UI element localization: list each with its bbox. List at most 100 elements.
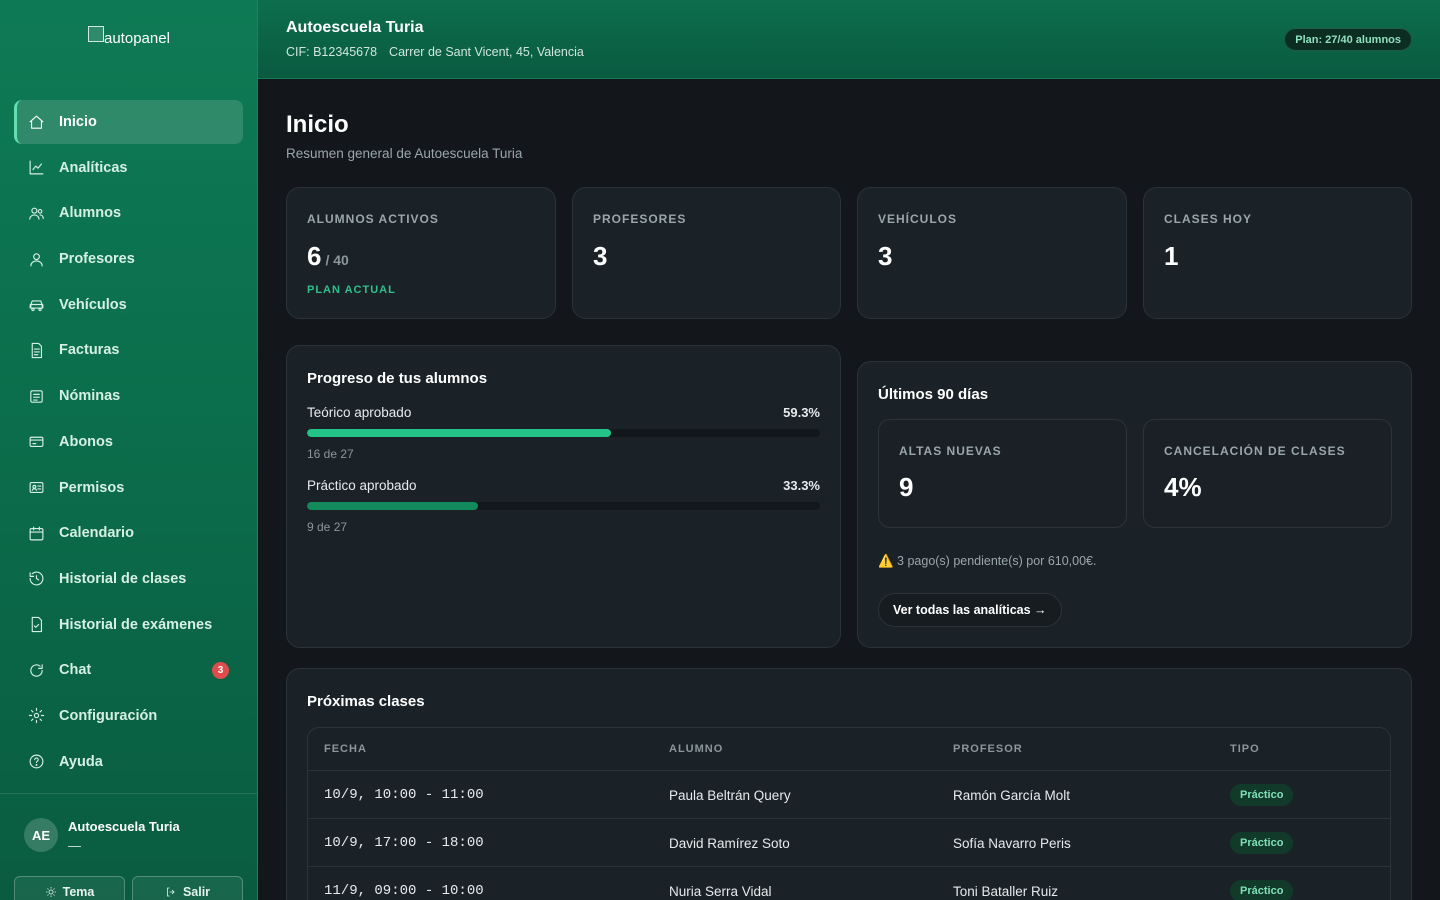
chat-icon <box>30 664 43 677</box>
sidebar-item-label: Historial de clases <box>59 570 187 587</box>
sidebar-item-facturas[interactable]: Facturas <box>14 328 243 372</box>
metric-altas-nuevas: ALTAS NUEVAS 9 <box>878 419 1127 528</box>
sidebar-item-label: Abonos <box>59 433 113 450</box>
stat-label: ALUMNOS ACTIVOS <box>307 212 439 226</box>
sidebar-item-alumnos[interactable]: Alumnos <box>14 191 243 235</box>
progress-track <box>307 429 820 437</box>
sun-icon <box>45 887 56 897</box>
user-icon <box>30 252 43 267</box>
users-icon <box>29 207 44 220</box>
logout-button-label: Salir <box>182 885 211 899</box>
sidebar-item-profesores[interactable]: Profesores <box>14 237 243 281</box>
unread-badge: 3 <box>212 662 229 680</box>
upcoming-title: Próximas clases <box>307 693 425 710</box>
broken-image-icon <box>88 26 104 42</box>
chart-line-icon <box>29 160 44 175</box>
table-row[interactable]: 10/9, 10:00 - 11:00 Paula Beltrán Query … <box>308 771 1390 819</box>
sidebar-item-ayuda[interactable]: Ayuda <box>14 740 243 784</box>
cell-profesor: Ramón García Molt <box>953 787 1071 803</box>
cell-tipo: Práctico <box>1230 771 1294 819</box>
progress-count: 9 de 27 <box>307 520 348 534</box>
sidebar-item-label: Chat <box>59 662 92 679</box>
upcoming-classes-card: Próximas clases FECHA ALUMNO PROFESOR TI… <box>286 668 1412 900</box>
top-header: Autoescuela Turia CIF: B12345678 Carrer … <box>258 0 1440 79</box>
org-address: Carrer de Sant Vicent, 45, Valencia <box>389 45 584 59</box>
metric-value: 4% <box>1164 472 1202 502</box>
history-icon <box>29 571 44 586</box>
column-header-profesor[interactable]: PROFESOR <box>953 728 1023 770</box>
logout-icon <box>167 887 175 897</box>
metric-value: 9 <box>899 472 914 502</box>
main-content: Inicio Resumen general de Autoescuela Tu… <box>258 79 1440 900</box>
sidebar-item-chat[interactable]: Chat 3 <box>14 648 243 692</box>
progress-label: Práctico aprobado <box>307 478 417 493</box>
table-row[interactable]: 10/9, 17:00 - 18:00 David Ramírez Soto S… <box>308 819 1390 867</box>
class-type-badge: Práctico <box>1230 784 1294 806</box>
cell-profesor: Toni Bataller Ruiz <box>953 883 1059 899</box>
stat-value: 1 <box>1164 241 1179 271</box>
user-profile[interactable]: AE Autoescuela Turia — <box>24 818 180 853</box>
cell-alumno: Paula Beltrán Query <box>669 787 791 803</box>
help-circle-icon <box>29 754 44 769</box>
sidebar-item-label: Historial de exámenes <box>59 616 213 633</box>
table-row[interactable]: 11/9, 09:00 - 10:00 Nuria Serra Vidal To… <box>308 867 1390 900</box>
stat-number: 6 <box>307 241 322 271</box>
sidebar-item-abonos[interactable]: Abonos <box>14 420 243 464</box>
sidebar-item-analiticas[interactable]: Analíticas <box>14 146 243 190</box>
progress-percent: 59.3% <box>783 405 820 420</box>
sidebar-item-historial-clases[interactable]: Historial de clases <box>14 557 243 601</box>
sidebar-item-historial-examenes[interactable]: Historial de exámenes <box>14 603 243 647</box>
sidebar-item-configuracion[interactable]: Configuración <box>14 694 243 738</box>
cell-fecha: 11/9, 09:00 - 10:00 <box>324 883 484 899</box>
file-text-icon <box>31 342 43 359</box>
sidebar: autopanel Inicio Analíticas Alumnos Prof… <box>0 0 258 900</box>
receipt-icon <box>30 389 43 403</box>
progress-fill <box>307 429 612 437</box>
stat-suffix: / 40 <box>325 252 349 268</box>
progress-row-practico: Práctico aprobado 33.3% 9 de 27 <box>307 478 820 534</box>
last-90-title: Últimos 90 días <box>878 386 989 403</box>
brand-logo[interactable]: autopanel <box>88 26 170 47</box>
sidebar-item-label: Permisos <box>59 479 125 496</box>
avatar: AE <box>24 818 58 852</box>
logout-button[interactable]: Salir <box>132 876 243 900</box>
progress-track <box>307 502 820 510</box>
gear-icon <box>28 708 45 724</box>
sidebar-item-inicio[interactable]: Inicio <box>14 100 243 144</box>
sidebar-item-permisos[interactable]: Permisos <box>14 466 243 510</box>
cell-fecha: 10/9, 17:00 - 18:00 <box>324 835 484 851</box>
sidebar-item-label: Inicio <box>59 114 97 130</box>
view-analytics-button[interactable]: Ver todas las analíticas → <box>878 593 1062 627</box>
sidebar-item-nominas[interactable]: Nóminas <box>14 374 243 418</box>
page-subtitle: Resumen general de Autoescuela Turia <box>286 146 523 161</box>
stat-label: PROFESORES <box>593 212 687 226</box>
sidebar-item-vehiculos[interactable]: Vehículos <box>14 283 243 327</box>
theme-button[interactable]: Tema <box>14 876 125 900</box>
metric-label: ALTAS NUEVAS <box>899 444 1002 458</box>
sidebar-item-label: Profesores <box>59 251 135 268</box>
stat-card-profesores: PROFESORES 3 <box>572 187 841 319</box>
sidebar-item-label: Analíticas <box>59 159 128 176</box>
sidebar-actions: Tema Salir <box>14 876 243 900</box>
stat-footnote: PLAN ACTUAL <box>307 284 396 296</box>
theme-button-label: Tema <box>62 885 95 899</box>
metric-label: CANCELACIÓN DE CLASES <box>1164 444 1346 458</box>
cell-tipo: Práctico <box>1230 867 1294 900</box>
column-header-alumno[interactable]: ALUMNO <box>669 728 723 770</box>
sidebar-item-calendario[interactable]: Calendario <box>14 511 243 555</box>
plan-badge: Plan: 27/40 alumnos <box>1284 28 1412 51</box>
column-header-tipo[interactable]: TIPO <box>1230 728 1260 770</box>
credit-card-icon <box>29 436 44 448</box>
sidebar-item-label: Ayuda <box>59 753 103 770</box>
cell-alumno: David Ramírez Soto <box>669 835 790 851</box>
progress-card: Progreso de tus alumnos Teórico aprobado… <box>286 345 841 648</box>
org-name: Autoescuela Turia <box>286 19 424 36</box>
org-meta: CIF: B12345678 Carrer de Sant Vicent, 45… <box>286 45 584 59</box>
last-90-days-card: Últimos 90 días ALTAS NUEVAS 9 CANCELACI… <box>857 361 1412 648</box>
metric-cancelacion: CANCELACIÓN DE CLASES 4% <box>1143 419 1392 528</box>
calendar-icon <box>29 526 44 541</box>
progress-count: 16 de 27 <box>307 447 354 461</box>
home-icon <box>29 115 44 129</box>
upcoming-table: FECHA ALUMNO PROFESOR TIPO 10/9, 10:00 -… <box>307 727 1391 900</box>
column-header-fecha[interactable]: FECHA <box>324 728 367 770</box>
